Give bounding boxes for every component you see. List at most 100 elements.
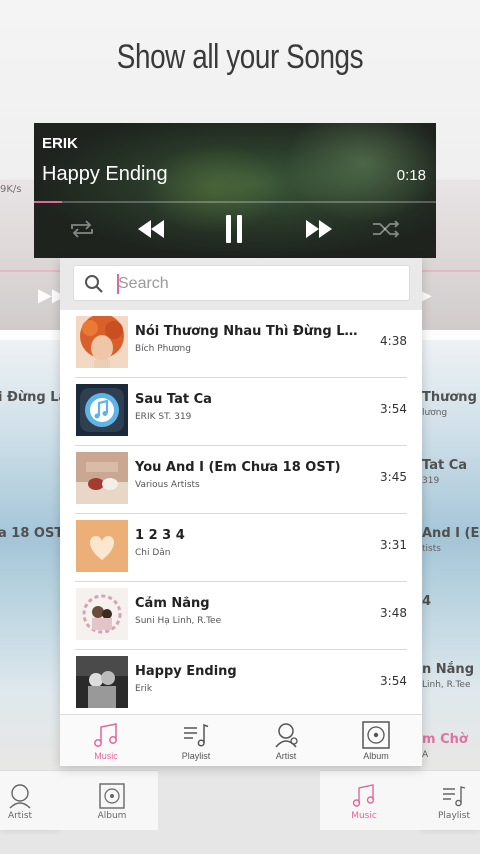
music-note-icon bbox=[94, 723, 117, 747]
background-tab-playlist: Playlist bbox=[424, 783, 480, 821]
tab-label: Music bbox=[351, 811, 377, 821]
song-title: Cảm Nắng bbox=[135, 596, 210, 611]
repeat-button[interactable] bbox=[62, 213, 102, 245]
album-art bbox=[76, 520, 128, 572]
tab-label: Album bbox=[363, 751, 389, 761]
player-elapsed-time: 0:18 bbox=[396, 167, 426, 184]
song-duration: 3:54 bbox=[380, 402, 407, 416]
search-bar bbox=[60, 258, 422, 310]
song-artist: Bích Phương bbox=[135, 344, 191, 354]
song-artist: Chi Dân bbox=[135, 548, 171, 558]
song-row[interactable]: You And I (Em Chưa 18 OST) Various Artis… bbox=[75, 446, 407, 514]
background-song-title: m Chờ bbox=[422, 732, 468, 747]
album-icon bbox=[99, 783, 125, 809]
song-duration: 3:54 bbox=[380, 674, 407, 688]
repeat-icon bbox=[71, 220, 93, 238]
background-song-title: 4 bbox=[422, 594, 432, 609]
pause-button[interactable] bbox=[214, 213, 254, 245]
song-title: 1 2 3 4 bbox=[135, 528, 185, 543]
song-list-panel: Nói Thương Nhau Thì Đừng Làm T... Bích P… bbox=[60, 258, 422, 766]
pause-icon bbox=[226, 215, 242, 243]
background-tab-album: Album bbox=[82, 783, 142, 821]
song-duration: 3:48 bbox=[380, 606, 407, 620]
background-progress-line bbox=[420, 270, 480, 272]
search-icon bbox=[85, 275, 103, 293]
background-song-title: n Nắng bbox=[422, 662, 474, 677]
search-box[interactable] bbox=[73, 265, 410, 301]
background-song-title: And I (E bbox=[422, 526, 480, 541]
background-song-artist: lương bbox=[422, 408, 448, 418]
album-art bbox=[76, 656, 128, 708]
background-tab-music: Music bbox=[334, 783, 394, 821]
background-song-artist: tists bbox=[422, 544, 441, 554]
artist-icon bbox=[275, 723, 298, 748]
background-sea-image bbox=[420, 340, 480, 780]
song-artist: Various Artists bbox=[135, 480, 200, 490]
background-tab-artist: Artist bbox=[0, 783, 50, 821]
search-input[interactable] bbox=[118, 270, 398, 298]
song-row[interactable]: Happy Ending Erik 3:54 bbox=[75, 650, 407, 718]
fast-forward-button[interactable] bbox=[299, 213, 339, 245]
song-row[interactable]: Cảm Nắng Suni Hạ Linh, R.Tee 3:48 bbox=[75, 582, 407, 650]
song-duration: 3:31 bbox=[380, 538, 407, 552]
fast-forward-icon bbox=[306, 220, 332, 238]
playlist-icon bbox=[184, 723, 209, 747]
background-sea-image bbox=[0, 340, 60, 780]
song-artist: Erik bbox=[135, 684, 153, 694]
background-song-artist: 319 bbox=[422, 476, 440, 486]
song-title: You And I (Em Chưa 18 OST) bbox=[135, 460, 341, 475]
album-art bbox=[76, 588, 128, 640]
tab-label: Artist bbox=[275, 751, 297, 761]
song-artist: ERIK ST. 319 bbox=[135, 412, 192, 422]
fast-forward-icon: ▶▶ bbox=[38, 285, 60, 306]
background-song-title: Tat Ca bbox=[422, 458, 468, 473]
background-song-title: i Đừng Lả bbox=[0, 390, 60, 405]
artist-icon bbox=[9, 784, 31, 809]
rewind-icon bbox=[138, 220, 164, 238]
song-row[interactable]: Nói Thương Nhau Thì Đừng Làm T... Bích P… bbox=[75, 310, 407, 378]
song-title: Happy Ending bbox=[135, 664, 237, 679]
tab-label: Album bbox=[97, 811, 127, 821]
background-tabbar-right: Music Playlist bbox=[320, 770, 480, 830]
network-speed: 9K/s bbox=[0, 184, 22, 195]
tab-label: Playlist bbox=[181, 751, 211, 761]
player-artist: ERIK bbox=[42, 135, 78, 152]
tab-album[interactable]: Album bbox=[340, 721, 412, 761]
song-duration: 3:45 bbox=[380, 470, 407, 484]
album-art bbox=[76, 316, 128, 368]
now-playing-player[interactable]: ERIK Happy Ending 0:18 bbox=[34, 123, 436, 258]
song-row[interactable]: Sau Tat Ca ERIK ST. 319 3:54 bbox=[75, 378, 407, 446]
music-note-icon bbox=[352, 784, 375, 807]
tab-artist[interactable]: Artist bbox=[250, 721, 322, 761]
rewind-button[interactable] bbox=[131, 213, 171, 245]
tab-label: Playlist bbox=[438, 811, 470, 821]
song-artist: Suni Hạ Linh, R.Tee bbox=[135, 616, 222, 626]
tab-label: Music bbox=[94, 751, 118, 761]
background-song-title: a 18 OST bbox=[0, 526, 60, 541]
playlist-icon bbox=[443, 786, 466, 807]
song-title: Sau Tat Ca bbox=[135, 392, 212, 407]
shuffle-icon bbox=[373, 220, 400, 238]
tab-label: Artist bbox=[7, 811, 33, 821]
song-duration: 4:38 bbox=[380, 334, 407, 348]
background-card-right: ▶ Thương N lương Tat Ca 319 And I (E tis… bbox=[420, 180, 480, 830]
progress-bar[interactable] bbox=[34, 201, 436, 203]
tab-music[interactable]: Music bbox=[70, 721, 142, 761]
background-song-artist: Linh, R.Tee bbox=[422, 680, 471, 690]
album-icon bbox=[362, 721, 390, 749]
background-song-title: Thương N bbox=[422, 390, 480, 405]
player-song-title: Happy Ending bbox=[42, 163, 168, 185]
song-title: Nói Thương Nhau Thì Đừng Làm T... bbox=[135, 324, 365, 339]
song-row[interactable]: 1 2 3 4 Chi Dân 3:31 bbox=[75, 514, 407, 582]
tab-playlist[interactable]: Playlist bbox=[160, 721, 232, 761]
background-progress-line bbox=[0, 270, 60, 272]
bottom-tab-bar: Music Playlist Artist Album bbox=[60, 714, 422, 766]
background-tabbar-left: Artist Album bbox=[0, 770, 158, 830]
shuffle-button[interactable] bbox=[366, 213, 406, 245]
album-art bbox=[76, 384, 128, 436]
headline: Show all your Songs bbox=[116, 38, 364, 76]
background-song-artist: A bbox=[422, 750, 429, 760]
album-art bbox=[76, 452, 128, 504]
background-card-left: 9K/s ▶▶ i Đừng Lả a 18 OST bbox=[0, 180, 60, 830]
progress-fill bbox=[34, 201, 63, 203]
